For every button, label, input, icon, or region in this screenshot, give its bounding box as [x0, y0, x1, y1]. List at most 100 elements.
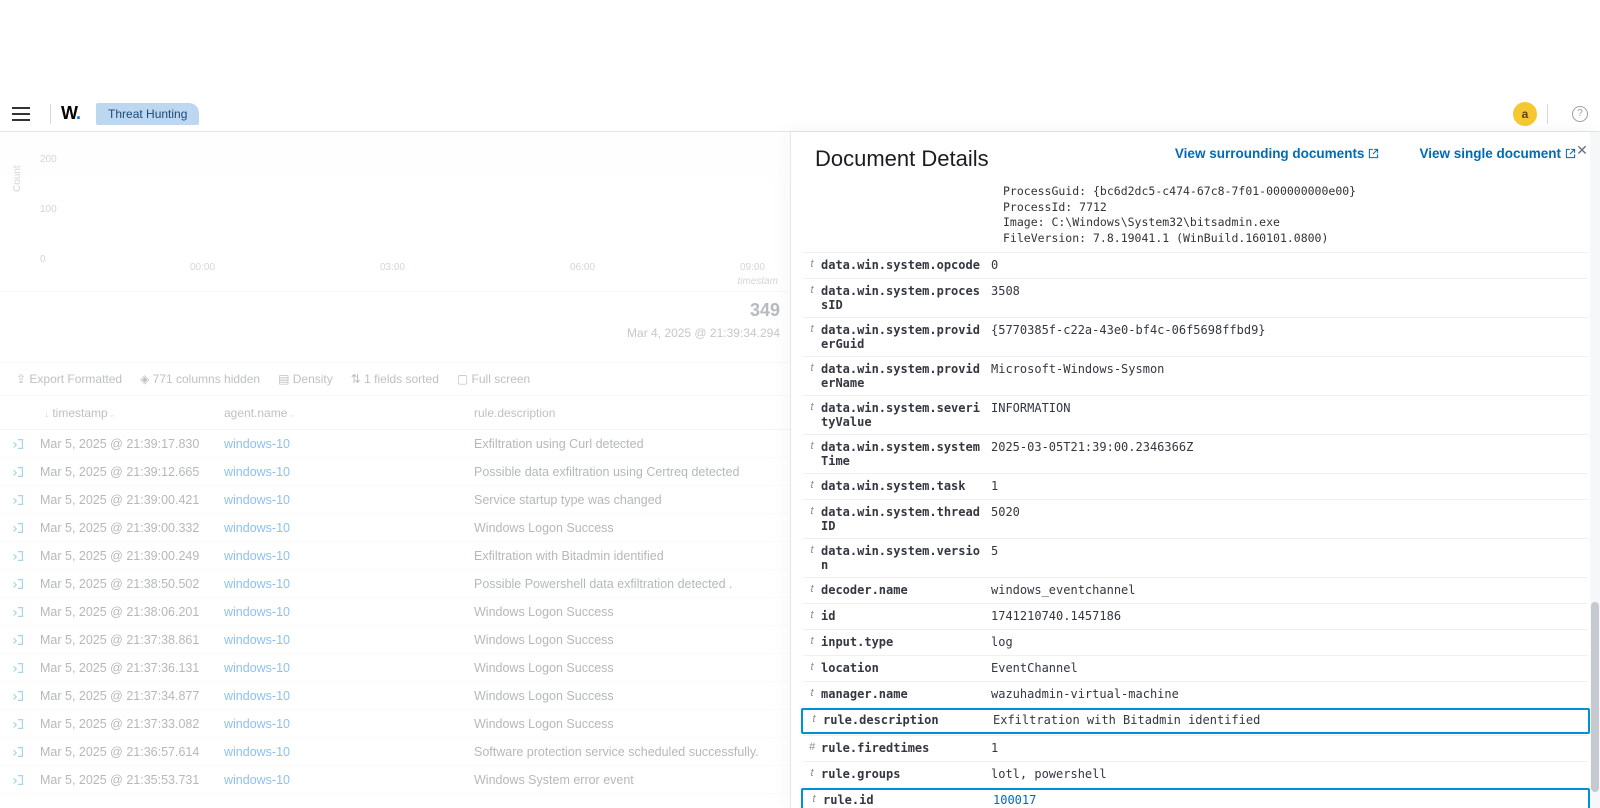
agent-link[interactable]: windows-10 [216, 717, 466, 731]
field-row[interactable]: trule.groupslotl, powershell [803, 761, 1588, 787]
field-type-icon: t [803, 440, 821, 452]
agent-link[interactable]: windows-10 [216, 465, 466, 479]
expand-icon[interactable] [0, 717, 36, 731]
expand-icon[interactable] [0, 521, 36, 535]
fullscreen-button[interactable]: ▢ Full screen [457, 372, 530, 386]
y-tick: 0 [40, 254, 46, 265]
timestamp-cell: Mar 5, 2025 @ 21:35:53.731 [36, 773, 216, 787]
agent-link[interactable]: windows-10 [216, 773, 466, 787]
field-value: {5770385f-c22a-43e0-bf4c-06f5698ffbd9} [991, 323, 1588, 337]
agent-link[interactable]: windows-10 [216, 605, 466, 619]
field-row[interactable]: tdata.win.system.severityValueINFORMATIO… [803, 395, 1588, 434]
field-type-icon: t [803, 609, 821, 621]
export-button[interactable]: ⇪ Export Formatted [16, 372, 122, 386]
timestamp-cell: Mar 5, 2025 @ 21:36:57.614 [36, 745, 216, 759]
expand-icon[interactable] [0, 633, 36, 647]
description-cell: Exfiltration using Curl detected [466, 437, 790, 451]
expand-icon[interactable] [0, 745, 36, 759]
agent-link[interactable]: windows-10 [216, 549, 466, 563]
agent-link[interactable]: windows-10 [216, 689, 466, 703]
col-description[interactable]: rule.description [466, 406, 790, 420]
table-row[interactable]: Mar 5, 2025 @ 21:35:53.731windows-10Wind… [0, 766, 790, 794]
table-row[interactable]: Mar 5, 2025 @ 21:39:00.421windows-10Serv… [0, 486, 790, 514]
expand-icon[interactable] [0, 437, 36, 451]
density-button[interactable]: ▤ Density [278, 372, 333, 386]
col-agent[interactable]: agent.name⌄ [216, 406, 466, 420]
view-surrounding-link[interactable]: View surrounding documents [1175, 146, 1380, 161]
field-row[interactable]: tid1741210740.1457186 [803, 603, 1588, 629]
view-single-link[interactable]: View single document [1419, 146, 1576, 161]
timestamp-cell: Mar 5, 2025 @ 21:37:38.861 [36, 633, 216, 647]
agent-link[interactable]: windows-10 [216, 633, 466, 647]
histogram-chart[interactable]: Count 200 100 0 00:00 03:00 06:00 09:00 … [0, 132, 790, 292]
col-timestamp[interactable]: ↓ timestamp⌄ [36, 406, 216, 420]
expand-icon[interactable] [0, 465, 36, 479]
agent-link[interactable]: windows-10 [216, 493, 466, 507]
avatar[interactable]: a [1513, 102, 1537, 126]
agent-link[interactable]: windows-10 [216, 437, 466, 451]
field-type-icon: t [803, 767, 821, 779]
field-row[interactable]: tdata.win.system.opcode0 [803, 252, 1588, 278]
field-value: EventChannel [991, 661, 1588, 675]
scrollbar-track[interactable] [1590, 132, 1600, 808]
wazuh-logo[interactable]: W. [61, 103, 80, 124]
timestamp-cell: Mar 5, 2025 @ 21:37:33.082 [36, 717, 216, 731]
field-row[interactable]: tdecoder.namewindows_eventchannel [803, 577, 1588, 603]
agent-link[interactable]: windows-10 [216, 745, 466, 759]
table-row[interactable]: Mar 5, 2025 @ 21:38:50.502windows-10Poss… [0, 570, 790, 598]
field-type-icon: t [803, 583, 821, 595]
table-row[interactable]: Mar 5, 2025 @ 21:39:12.665windows-10Poss… [0, 458, 790, 486]
x-tick: 06:00 [570, 262, 595, 273]
expand-icon[interactable] [0, 577, 36, 591]
field-row[interactable]: tdata.win.system.providerGuid{5770385f-c… [803, 317, 1588, 356]
description-cell: Windows System error event [466, 773, 790, 787]
field-row[interactable]: tdata.win.system.processID3508 [803, 278, 1588, 317]
table-row[interactable]: Mar 5, 2025 @ 21:39:00.332windows-10Wind… [0, 514, 790, 542]
menu-icon[interactable] [12, 107, 30, 121]
close-icon[interactable]: ✕ [1572, 140, 1592, 160]
expand-icon[interactable] [0, 549, 36, 563]
field-row[interactable]: tdata.win.system.threadID5020 [803, 499, 1588, 538]
sort-button[interactable]: ⇅ 1 fields sorted [351, 372, 439, 386]
hit-count: 349 [750, 300, 780, 321]
flyout-header: Document Details View surrounding docume… [791, 132, 1600, 180]
expand-icon[interactable] [0, 493, 36, 507]
description-cell: Windows Logon Success [466, 633, 790, 647]
timestamp-cell: Mar 5, 2025 @ 21:37:34.877 [36, 689, 216, 703]
field-type-icon: t [803, 635, 821, 647]
table-row[interactable]: Mar 5, 2025 @ 21:39:00.249windows-10Exfi… [0, 542, 790, 570]
help-icon[interactable]: ? [1572, 106, 1588, 122]
field-row[interactable]: tdata.win.system.systemTime2025-03-05T21… [803, 434, 1588, 473]
table-row[interactable]: Mar 5, 2025 @ 21:37:34.877windows-10Wind… [0, 682, 790, 710]
columns-hidden-button[interactable]: ◈ 771 columns hidden [140, 372, 260, 386]
field-row[interactable]: tmanager.namewazuhadmin-virtual-machine [803, 681, 1588, 707]
field-row[interactable]: trule.id100017 [801, 788, 1590, 808]
expand-icon[interactable] [0, 773, 36, 787]
agent-link[interactable]: windows-10 [216, 577, 466, 591]
field-row[interactable]: tinput.typelog [803, 629, 1588, 655]
flyout-body[interactable]: ProcessGuid: {bc6d2dc5-c474-67c8-7f01-00… [791, 180, 1600, 808]
table-row[interactable]: Mar 5, 2025 @ 21:39:17.830windows-10Exfi… [0, 430, 790, 458]
table-row[interactable]: Mar 5, 2025 @ 21:37:38.861windows-10Wind… [0, 626, 790, 654]
field-row[interactable]: #rule.firedtimes1 [803, 735, 1588, 761]
table-row[interactable]: Mar 5, 2025 @ 21:38:06.201windows-10Wind… [0, 598, 790, 626]
expand-icon[interactable] [0, 689, 36, 703]
raw-event-text: ProcessGuid: {bc6d2dc5-c474-67c8-7f01-00… [803, 180, 1588, 252]
field-row[interactable]: tlocationEventChannel [803, 655, 1588, 681]
breadcrumb-threat-hunting[interactable]: Threat Hunting [96, 103, 199, 125]
scrollbar-thumb[interactable] [1591, 602, 1599, 792]
field-row[interactable]: tdata.win.system.providerNameMicrosoft-W… [803, 356, 1588, 395]
field-row[interactable]: tdata.win.system.task1 [803, 473, 1588, 499]
field-row[interactable]: trule.descriptionExfiltration with Bitad… [801, 708, 1590, 734]
table-row[interactable]: Mar 5, 2025 @ 21:37:33.082windows-10Wind… [0, 710, 790, 738]
field-row[interactable]: tdata.win.system.version5 [803, 538, 1588, 577]
expand-icon[interactable] [0, 661, 36, 675]
field-name: data.win.system.providerGuid [821, 323, 991, 351]
field-name: rule.groups [821, 767, 991, 781]
agent-link[interactable]: windows-10 [216, 521, 466, 535]
table-row[interactable]: Mar 5, 2025 @ 21:36:57.614windows-10Soft… [0, 738, 790, 766]
table-row[interactable]: Mar 5, 2025 @ 21:37:36.131windows-10Wind… [0, 654, 790, 682]
expand-icon[interactable] [0, 605, 36, 619]
field-value: 1 [991, 479, 1588, 493]
agent-link[interactable]: windows-10 [216, 661, 466, 675]
